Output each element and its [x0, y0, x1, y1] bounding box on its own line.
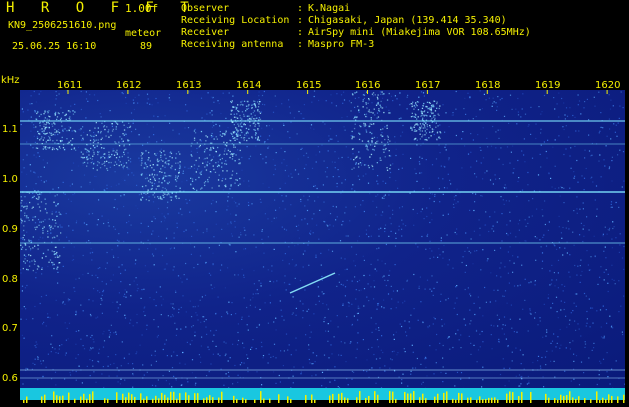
- observer-sep: :: [297, 3, 303, 14]
- spectrogram-canvas: [20, 90, 625, 388]
- location-sep: :: [297, 15, 303, 26]
- y-tick-label: 1.0: [2, 174, 18, 185]
- app-version: 1.00f: [125, 2, 158, 15]
- observer-label: Observer: [181, 3, 229, 14]
- spectrogram: [20, 90, 625, 388]
- y-tick-label: 0.8: [2, 274, 18, 285]
- location-value: Chigasaki, Japan (139.414 35.340): [308, 15, 507, 26]
- header-panel: H R O F F T 1.00f KN9_2506251610.png met…: [0, 0, 629, 74]
- meteor-label: meteor: [125, 28, 161, 39]
- file-name: KN9_2506251610.png: [8, 20, 116, 31]
- signal-level-bar: [20, 388, 625, 400]
- antenna-value: Maspro FM-3: [308, 39, 374, 50]
- location-label: Receiving Location: [181, 15, 289, 26]
- receiver-label: Receiver: [181, 27, 229, 38]
- signal-level-canvas: [20, 391, 625, 403]
- antenna-label: Receiving antenna: [181, 39, 283, 50]
- receiver-value: AirSpy mini (Miakejima VOR 108.65MHz): [308, 27, 531, 38]
- receiver-sep: :: [297, 27, 303, 38]
- y-tick-label: 0.9: [2, 224, 18, 235]
- meteor-count: 89: [140, 41, 152, 52]
- y-tick-label: 0.7: [2, 323, 18, 334]
- app-brand: H R O F F T: [6, 0, 198, 16]
- y-tick-label: 0.6: [2, 373, 18, 384]
- datetime: 25.06.25 16:10: [12, 41, 96, 52]
- antenna-sep: :: [297, 39, 303, 50]
- observer-value: K.Nagai: [308, 3, 350, 14]
- y-axis-unit: kHz: [1, 75, 20, 86]
- y-tick-label: 1.1: [2, 124, 18, 135]
- meteor-echo-trace: [290, 273, 335, 293]
